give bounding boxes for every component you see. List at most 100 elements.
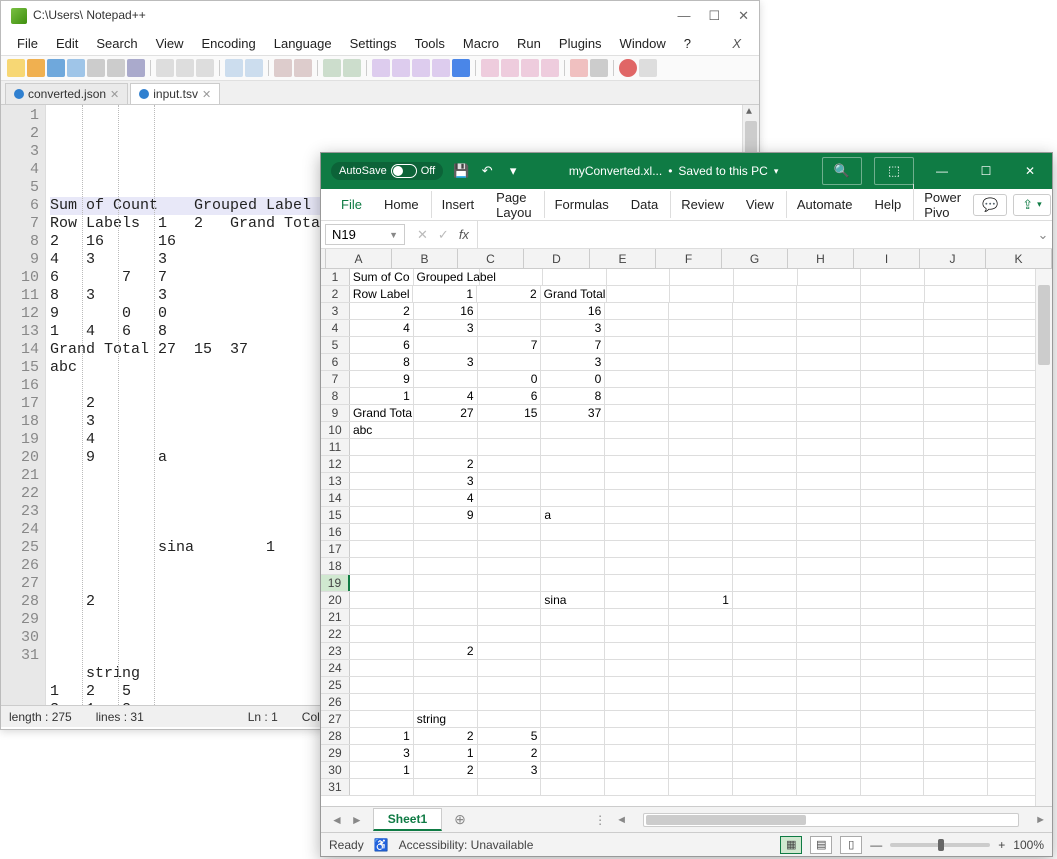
cell-I21[interactable]	[861, 609, 925, 625]
cell-I12[interactable]	[861, 456, 925, 472]
cell-J24[interactable]	[924, 660, 988, 676]
cell-C9[interactable]: 15	[478, 405, 542, 421]
cell-G26[interactable]	[733, 694, 797, 710]
cell-A15[interactable]	[350, 507, 414, 523]
col-header-J[interactable]: J	[920, 249, 986, 268]
chevron-down-icon[interactable]: ▼	[389, 230, 398, 240]
cell-D4[interactable]: 3	[541, 320, 605, 336]
cell-H28[interactable]	[797, 728, 861, 744]
cell-I22[interactable]	[861, 626, 925, 642]
cell-C27[interactable]	[478, 711, 542, 727]
cell-D1[interactable]	[543, 269, 607, 285]
cell-I11[interactable]	[861, 439, 925, 455]
cell-B21[interactable]	[414, 609, 478, 625]
cell-G5[interactable]	[733, 337, 797, 353]
cell-F4[interactable]	[669, 320, 733, 336]
cell-J29[interactable]	[924, 745, 988, 761]
ribbon-tab-view[interactable]: View	[736, 191, 784, 218]
close-button[interactable]: ✕	[1008, 153, 1052, 189]
cell-J31[interactable]	[924, 779, 988, 795]
cell-C12[interactable]	[478, 456, 542, 472]
cell-B30[interactable]: 2	[414, 762, 478, 778]
close-tab-icon[interactable]: ✕	[202, 88, 211, 101]
cell-B27[interactable]: string	[414, 711, 478, 727]
cell-B14[interactable]: 4	[414, 490, 478, 506]
cell-H9[interactable]	[797, 405, 861, 421]
cell-F15[interactable]	[669, 507, 733, 523]
cell-C16[interactable]	[478, 524, 542, 540]
col-header-H[interactable]: H	[788, 249, 854, 268]
cell-I3[interactable]	[861, 303, 925, 319]
cell-A11[interactable]	[350, 439, 414, 455]
cell-G19[interactable]	[733, 575, 797, 591]
cell-C4[interactable]	[478, 320, 542, 336]
cell-H16[interactable]	[797, 524, 861, 540]
closeall-icon[interactable]	[107, 59, 125, 77]
row-header[interactable]: 28	[321, 728, 350, 744]
cell-H26[interactable]	[797, 694, 861, 710]
hscroll-thumb[interactable]	[646, 815, 806, 825]
close-file-icon[interactable]	[87, 59, 105, 77]
row-header[interactable]: 19	[321, 575, 350, 591]
cell-C6[interactable]	[478, 354, 542, 370]
cell-E11[interactable]	[605, 439, 669, 455]
maximize-button[interactable]: ☐	[708, 8, 720, 24]
cell-D29[interactable]	[541, 745, 605, 761]
cell-E28[interactable]	[605, 728, 669, 744]
col-header-B[interactable]: B	[392, 249, 458, 268]
row-header[interactable]: 10	[321, 422, 350, 438]
row-header[interactable]: 15	[321, 507, 350, 523]
cell-J4[interactable]	[924, 320, 988, 336]
cut-icon[interactable]	[156, 59, 174, 77]
cell-E29[interactable]	[605, 745, 669, 761]
cell-B24[interactable]	[414, 660, 478, 676]
cell-H7[interactable]	[797, 371, 861, 387]
row-header[interactable]: 30	[321, 762, 350, 778]
cell-I18[interactable]	[861, 558, 925, 574]
zoom-slider[interactable]	[890, 843, 990, 847]
ribbon-tab-review[interactable]: Review	[670, 191, 734, 218]
cell-D2[interactable]: Grand Total	[541, 286, 607, 302]
cell-D21[interactable]	[541, 609, 605, 625]
cell-F11[interactable]	[669, 439, 733, 455]
cell-A23[interactable]	[350, 643, 414, 659]
cell-H5[interactable]	[797, 337, 861, 353]
col-header-F[interactable]: F	[656, 249, 722, 268]
row-header[interactable]: 29	[321, 745, 350, 761]
cell-H30[interactable]	[797, 762, 861, 778]
cell-E14[interactable]	[605, 490, 669, 506]
row-header[interactable]: 9	[321, 405, 350, 421]
cell-H29[interactable]	[797, 745, 861, 761]
ribbon-tab-home[interactable]: Home	[374, 191, 429, 218]
cell-H24[interactable]	[797, 660, 861, 676]
autosave-toggle[interactable]: AutoSave Off	[331, 162, 443, 180]
cell-G27[interactable]	[733, 711, 797, 727]
cell-D9[interactable]: 37	[541, 405, 605, 421]
cell-H11[interactable]	[797, 439, 861, 455]
cell-B9[interactable]: 27	[414, 405, 478, 421]
formula-input[interactable]	[477, 221, 1034, 248]
cell-E18[interactable]	[605, 558, 669, 574]
cell-B11[interactable]	[414, 439, 478, 455]
cell-F26[interactable]	[669, 694, 733, 710]
row-header[interactable]: 13	[321, 473, 350, 489]
cell-E27[interactable]	[605, 711, 669, 727]
cell-J3[interactable]	[924, 303, 988, 319]
cell-F27[interactable]	[669, 711, 733, 727]
cell-B31[interactable]	[414, 779, 478, 795]
search-button[interactable]: 🔍	[822, 157, 862, 185]
paste-icon[interactable]	[196, 59, 214, 77]
cell-H1[interactable]	[798, 269, 862, 285]
cell-G23[interactable]	[733, 643, 797, 659]
cell-B28[interactable]: 2	[414, 728, 478, 744]
undo-icon[interactable]: ↶	[479, 163, 495, 179]
cell-H4[interactable]	[797, 320, 861, 336]
cell-J9[interactable]	[924, 405, 988, 421]
cell-B19[interactable]	[414, 575, 478, 591]
cell-F12[interactable]	[669, 456, 733, 472]
cell-A27[interactable]	[350, 711, 414, 727]
cell-J27[interactable]	[924, 711, 988, 727]
cell-E15[interactable]	[605, 507, 669, 523]
cell-J11[interactable]	[924, 439, 988, 455]
cell-F16[interactable]	[669, 524, 733, 540]
